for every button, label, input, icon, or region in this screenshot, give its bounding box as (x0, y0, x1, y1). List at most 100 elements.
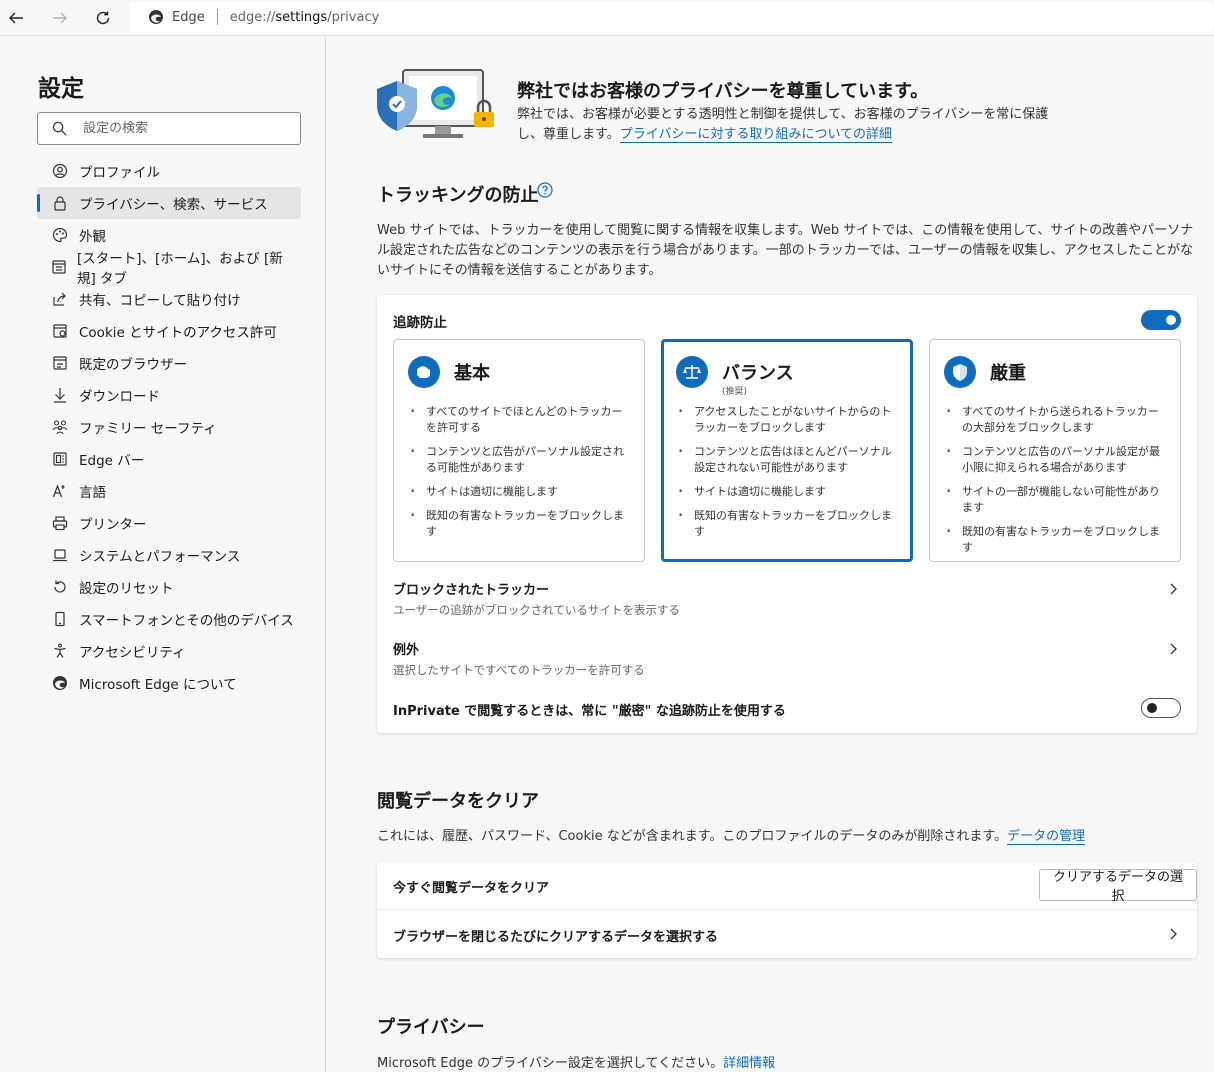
exceptions-title: 例外 (393, 643, 420, 658)
sidebar-item-label: プリンター (79, 517, 147, 533)
option-title: バランス (722, 363, 794, 384)
sidebar-item-downloads[interactable]: ダウンロード (37, 379, 301, 411)
tracking-option-basic[interactable]: 基本 すべてのサイトでほとんどのトラッカーを許可する コンテンツと広告がパーソナ… (393, 339, 645, 562)
bullet: コンテンツと広告がパーソナル設定される可能性があります (408, 444, 630, 476)
sidebar-item-system-performance[interactable]: システムとパフォーマンス (37, 539, 301, 571)
sidebar-item-label: Edge バー (79, 453, 145, 469)
option-bullets: アクセスしたことがないサイトからのトラッカーをブロックします コンテンツと広告は… (676, 404, 898, 548)
bullet: すべてのサイトから送られるトラッカーの大部分をブロックします (944, 404, 1166, 436)
chevron-right-icon (1170, 643, 1177, 655)
family-icon (51, 418, 69, 436)
clear-browsing-data-card: 今すぐ閲覧データをクリア クリアするデータの選択 ブラウザーを閉じるたびにクリア… (377, 862, 1197, 958)
option-bullets: すべてのサイトでほとんどのトラッカーを許可する コンテンツと広告がパーソナル設定… (408, 404, 630, 548)
help-icon[interactable] (537, 182, 553, 198)
blocked-trackers-title: ブロックされたトラッカー (393, 583, 550, 598)
edge-logo-icon (149, 10, 163, 24)
default-browser-icon (51, 354, 69, 372)
forward-arrow-icon (53, 12, 67, 24)
sidebar-item-about-edge[interactable]: Microsoft Edge について (37, 667, 301, 699)
accessibility-icon (51, 642, 69, 660)
privacy-section-title: プライバシー (377, 1017, 485, 1038)
printer-icon (51, 514, 69, 532)
back-arrow-icon (9, 12, 23, 24)
refresh-icon (96, 11, 110, 25)
sidebar-item-label: スマートフォンとその他のデバイス (79, 613, 294, 629)
sidebar-item-privacy[interactable]: プライバシー、検索、サービス (37, 187, 301, 219)
sidebar-item-label: Cookie とサイトのアクセス許可 (79, 325, 277, 341)
back-button[interactable] (1, 3, 31, 33)
sidebar-item-accessibility[interactable]: アクセシビリティ (37, 635, 301, 667)
sidebar-title: 設定 (38, 76, 84, 102)
privacy-learn-more-link[interactable]: 詳細情報 (723, 1056, 775, 1071)
sidebar-item-edge-bar[interactable]: Edge バー (37, 443, 301, 475)
reset-icon (51, 578, 69, 596)
sidebar-item-phone-devices[interactable]: スマートフォンとその他のデバイス (37, 603, 301, 635)
bullet: 既知の有害なトラッカーをブロックします (408, 508, 630, 540)
bullet: サイトは適切に機能します (408, 484, 630, 500)
sidebar-item-printers[interactable]: プリンター (37, 507, 301, 539)
settings-search-box[interactable] (37, 112, 301, 145)
address-bar[interactable]: Edge edge://settings/privacy (130, 2, 1214, 32)
option-title: 基本 (454, 363, 490, 384)
sidebar-item-label: ファミリー セーフティ (79, 421, 217, 437)
edge-logo-icon (51, 674, 69, 692)
settings-sidebar: 設定 プロファイル プライバシー、検索、サービス 外観 [スタート]、[ホーム]… (0, 37, 326, 1072)
sidebar-item-family-safety[interactable]: ファミリー セーフティ (37, 411, 301, 443)
bullet: 既知の有害なトラッカーをブロックします (676, 508, 898, 540)
browser-toolbar: Edge edge://settings/privacy (0, 0, 1214, 36)
inprivate-strict-toggle[interactable] (1141, 698, 1181, 718)
bullet: アクセスしたことがないサイトからのトラッカーをブロックします (676, 404, 898, 436)
choose-what-to-clear-button[interactable]: クリアするデータの選択 (1039, 869, 1197, 904)
bullet: サイトの一部が機能しない可能性があります (944, 484, 1166, 516)
chevron-right-icon (1170, 928, 1177, 940)
forward-button[interactable] (45, 3, 75, 33)
refresh-button[interactable] (88, 3, 118, 33)
privacy-illustration-icon (377, 69, 494, 138)
clear-browsing-data-title: 閲覧データをクリア (377, 791, 539, 812)
language-icon (51, 482, 69, 500)
shield-icon (944, 356, 976, 388)
sidebar-item-languages[interactable]: 言語 (37, 475, 301, 507)
sidebar-item-label: プロファイル (79, 165, 160, 181)
phone-icon (51, 610, 69, 628)
tracking-option-strict[interactable]: 厳重 すべてのサイトから送られるトラッカーの大部分をブロックします コンテンツと… (929, 339, 1181, 562)
sidebar-item-label: Microsoft Edge について (79, 677, 237, 693)
tracking-prevention-toggle[interactable] (1141, 310, 1181, 330)
url-text[interactable]: edge://settings/privacy (230, 10, 380, 25)
sidebar-item-share-copy-paste[interactable]: 共有、コピーして貼り付け (37, 283, 301, 315)
clear-browsing-data-description: これには、履歴、パスワード、Cookie などが含まれます。このプロファイルのデ… (377, 829, 1086, 845)
manage-data-link[interactable]: データの管理 (1007, 829, 1086, 845)
tracking-prevention-label: 追跡防止 (393, 315, 447, 331)
privacy-commitment-link[interactable]: プライバシーに対する取り組みについての詳細 (619, 127, 893, 143)
hero-title: 弊社ではお客様のプライバシーを尊重しています。 (517, 81, 929, 102)
basic-icon (408, 356, 440, 388)
sidebar-item-start-home-tabs[interactable]: [スタート]、[ホーム]、および [新規] タブ (37, 251, 301, 287)
sidebar-item-default-browser[interactable]: 既定のブラウザー (37, 347, 301, 379)
sidebar-item-cookies[interactable]: Cookie とサイトのアクセス許可 (37, 315, 301, 347)
tracking-option-balanced[interactable]: バランス (推奨) アクセスしたことがないサイトからのトラッカーをブロックします… (661, 339, 913, 562)
cookie-permissions-icon (51, 322, 69, 340)
site-identity-label: Edge (172, 9, 205, 25)
divider (377, 909, 1197, 910)
bullet: サイトは適切に機能します (676, 484, 898, 500)
edge-bar-icon (51, 450, 69, 468)
sidebar-item-profiles[interactable]: プロファイル (37, 155, 301, 187)
bullet: すべてのサイトでほとんどのトラッカーを許可する (408, 404, 630, 436)
exceptions-subtitle: 選択したサイトですべてのトラッカーを許可する (393, 663, 645, 677)
lock-icon (51, 194, 69, 212)
clear-on-close-label: ブラウザーを閉じるたびにクリアするデータを選択する (393, 930, 719, 945)
laptop-icon (51, 546, 69, 564)
palette-icon (51, 226, 69, 244)
tracking-description: Web サイトでは、トラッカーを使用して閲覧に関する情報を収集します。Web サ… (377, 223, 1194, 278)
address-separator (216, 9, 218, 25)
sidebar-item-label: 言語 (79, 485, 106, 501)
search-input[interactable] (83, 121, 283, 136)
sidebar-item-reset[interactable]: 設定のリセット (37, 571, 301, 603)
scales-icon (676, 356, 708, 388)
sidebar-item-label: ダウンロード (79, 389, 160, 405)
download-icon (51, 386, 69, 404)
sidebar-item-label: 共有、コピーして貼り付け (79, 293, 241, 309)
sidebar-item-label: システムとパフォーマンス (79, 549, 241, 565)
sidebar-item-label: 外観 (79, 229, 106, 245)
tracking-prevention-card: 追跡防止 基本 すべてのサイトでほとんどのトラッカーを許可する コンテンツと広告… (377, 295, 1197, 733)
